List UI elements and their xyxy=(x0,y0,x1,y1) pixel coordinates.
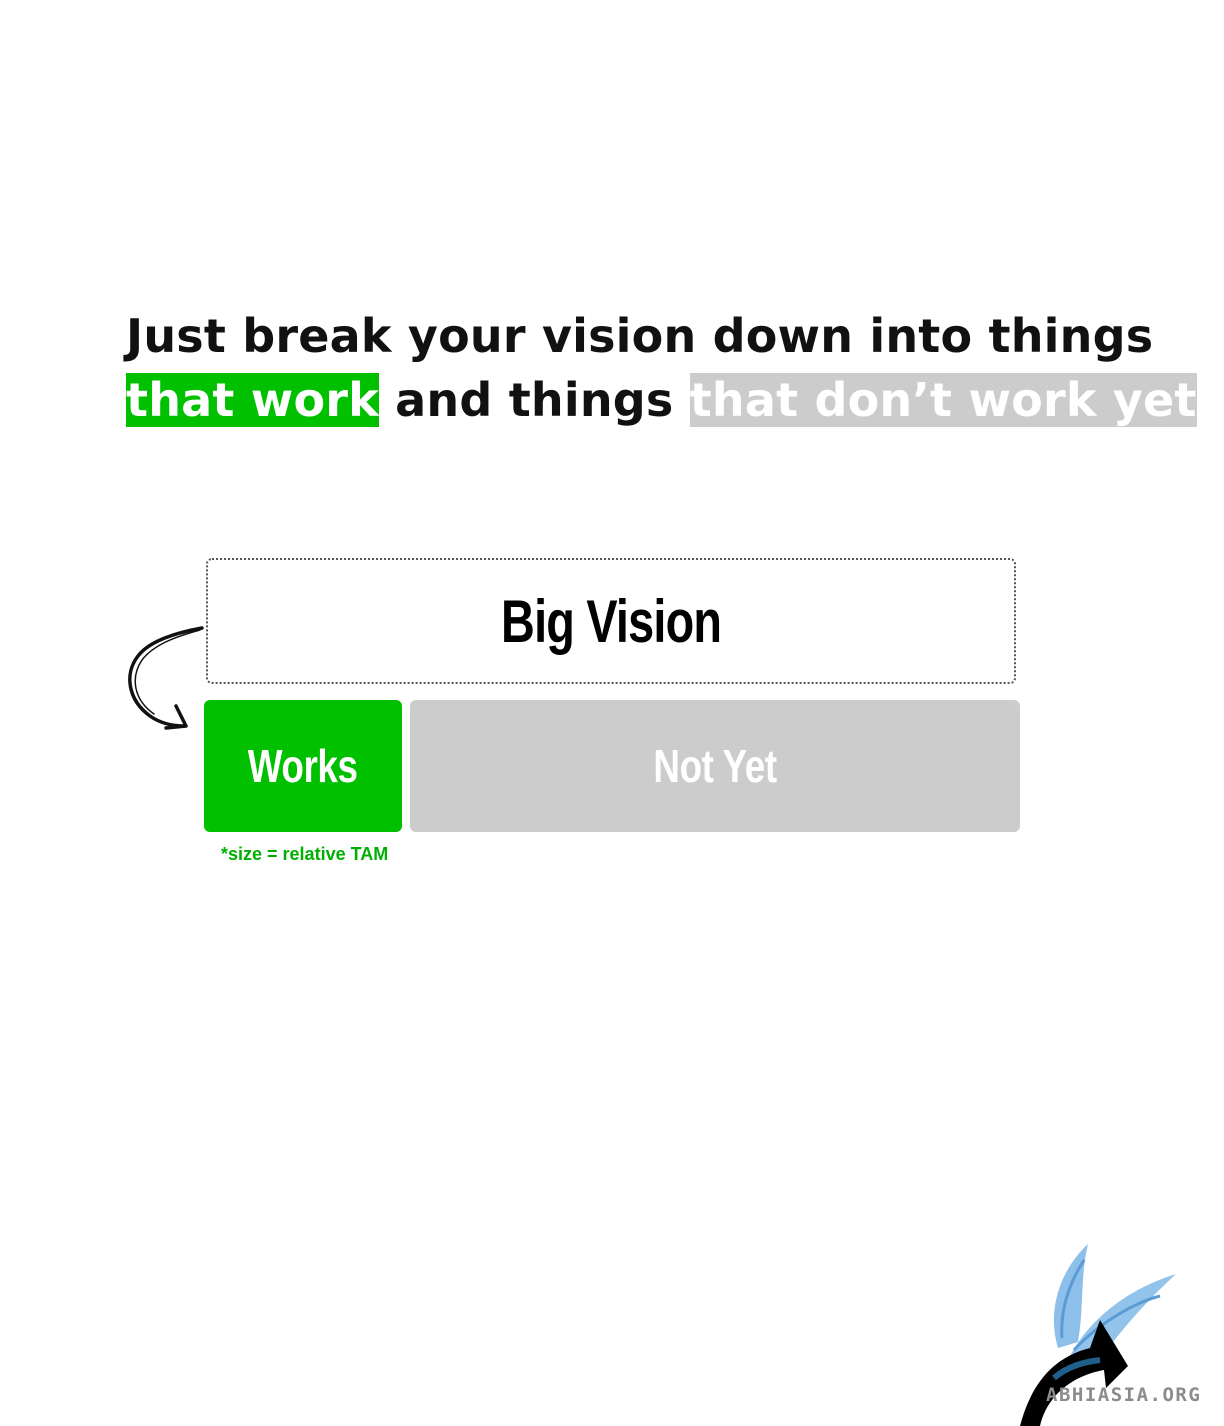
not-yet-label: Not Yet xyxy=(653,740,777,792)
works-block: Works xyxy=(204,700,402,832)
curved-arrow-icon xyxy=(128,626,204,730)
highlight-that-work: that work xyxy=(126,373,379,427)
works-label: Works xyxy=(248,740,358,792)
watermark-text: ABHIASIA.ORG xyxy=(1046,1384,1202,1406)
highlight-that-dont-work-yet: that don’t work yet xyxy=(689,373,1197,427)
headline: Just break your vision down into things … xyxy=(126,304,1197,432)
size-note: *size = relative TAM xyxy=(221,844,389,864)
headline-middle-text: and things xyxy=(378,373,690,427)
headline-line-1: Just break your vision down into things xyxy=(126,309,1154,363)
not-yet-block: Not Yet xyxy=(410,700,1020,832)
big-vision-label: Big Vision xyxy=(500,587,722,655)
big-vision-box: Big Vision xyxy=(206,558,1016,684)
headline-line-2: that work and things that don’t work yet xyxy=(126,368,1197,432)
